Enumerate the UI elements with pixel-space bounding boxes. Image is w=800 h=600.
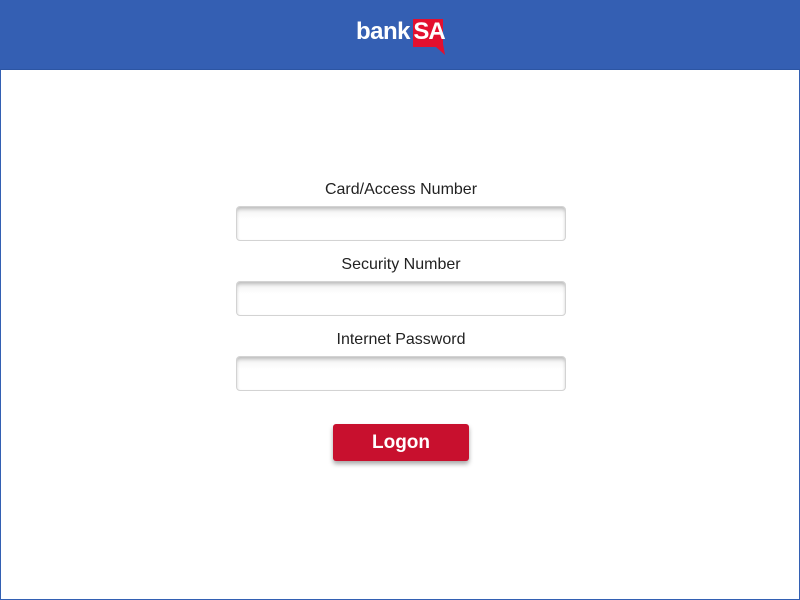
header-bar: bank SA (0, 0, 800, 70)
internet-password-input[interactable] (236, 356, 566, 391)
internet-password-label: Internet Password (336, 331, 466, 348)
card-access-number-input[interactable] (236, 206, 566, 241)
banksa-logo: bank SA (356, 17, 446, 59)
logo-badge: SA (412, 17, 446, 59)
logo-word: bank (356, 18, 411, 45)
logon-button[interactable]: Logon (333, 424, 469, 461)
logo-badge-text: SA (413, 18, 445, 45)
card-access-number-label: Card/Access Number (324, 181, 478, 198)
security-number-input[interactable] (236, 281, 566, 316)
security-number-label: Security Number (341, 256, 461, 273)
login-form: Card/Access Number Security Number Inter… (236, 178, 566, 403)
login-page: bank SA Card/Access Number Security Numb… (0, 0, 800, 600)
